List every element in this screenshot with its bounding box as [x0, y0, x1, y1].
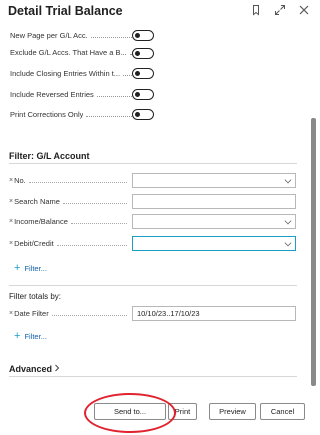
chevron-down-icon[interactable] [284, 217, 292, 224]
add-filter-link[interactable]: + Filter... [14, 263, 47, 274]
bookmark-icon[interactable] [250, 3, 262, 16]
new-page-toggle[interactable] [132, 30, 154, 41]
option-label: Include Closing Entries Within t... [10, 68, 121, 78]
field-search-name: × Search Name [9, 192, 297, 210]
income-balance-select[interactable] [132, 213, 296, 229]
print-corrections-toggle[interactable] [132, 109, 154, 120]
include-closing-toggle[interactable] [132, 68, 154, 79]
date-filter-field[interactable]: 10/10/23..17/10/23 [132, 305, 296, 321]
option-label: Exclude G/L Accs. That Have a B... [10, 47, 127, 57]
option-label: Print Corrections Only [10, 109, 84, 119]
field-label: Debit/Credit [14, 238, 54, 248]
option-label: New Page per G/L Acc. [10, 30, 88, 40]
filter-gl-title: Filter: G/L Account [9, 151, 90, 161]
header-icons [250, 3, 310, 16]
field-income-balance: × Income/Balance [9, 212, 297, 230]
highlight-circle [84, 393, 176, 433]
exclude-accs-toggle[interactable] [132, 48, 154, 59]
no-field[interactable] [132, 172, 296, 188]
divider [9, 376, 297, 377]
remove-filter-icon[interactable]: × [9, 240, 13, 247]
remove-filter-icon[interactable]: × [9, 177, 13, 184]
field-date-filter: × Date Filter 10/10/23..17/10/23 [9, 304, 297, 322]
field-no: × No. [9, 171, 297, 189]
remove-filter-icon[interactable]: × [9, 198, 13, 205]
add-totals-filter-link[interactable]: + Filter... [14, 331, 47, 342]
close-icon[interactable] [298, 3, 310, 15]
divider [9, 285, 297, 286]
field-label: No. [14, 175, 26, 185]
expand-icon[interactable] [274, 3, 286, 15]
page-title: Detail Trial Balance [8, 4, 123, 18]
divider [9, 163, 297, 164]
field-label: Date Filter [14, 308, 49, 318]
chevron-down-icon[interactable] [284, 239, 292, 246]
include-reversed-toggle[interactable] [132, 89, 154, 100]
field-debit-credit: × Debit/Credit [9, 234, 297, 252]
cancel-button[interactable]: Cancel [260, 403, 305, 420]
debit-credit-select[interactable] [132, 235, 296, 251]
search-name-field[interactable] [132, 193, 296, 209]
preview-button[interactable]: Preview [209, 403, 256, 420]
chevron-right-icon [54, 364, 60, 374]
scrollbar[interactable] [311, 118, 316, 386]
option-label: Include Reversed Entries [10, 89, 94, 99]
field-label: Income/Balance [14, 216, 68, 226]
advanced-toggle[interactable]: Advanced [9, 364, 60, 374]
plus-icon: + [14, 330, 21, 342]
chevron-down-icon[interactable] [284, 176, 292, 183]
field-label: Search Name [14, 196, 60, 206]
plus-icon: + [14, 262, 21, 274]
remove-filter-icon[interactable]: × [9, 310, 13, 317]
filter-totals-title: Filter totals by: [9, 292, 62, 301]
remove-filter-icon[interactable]: × [9, 218, 13, 225]
